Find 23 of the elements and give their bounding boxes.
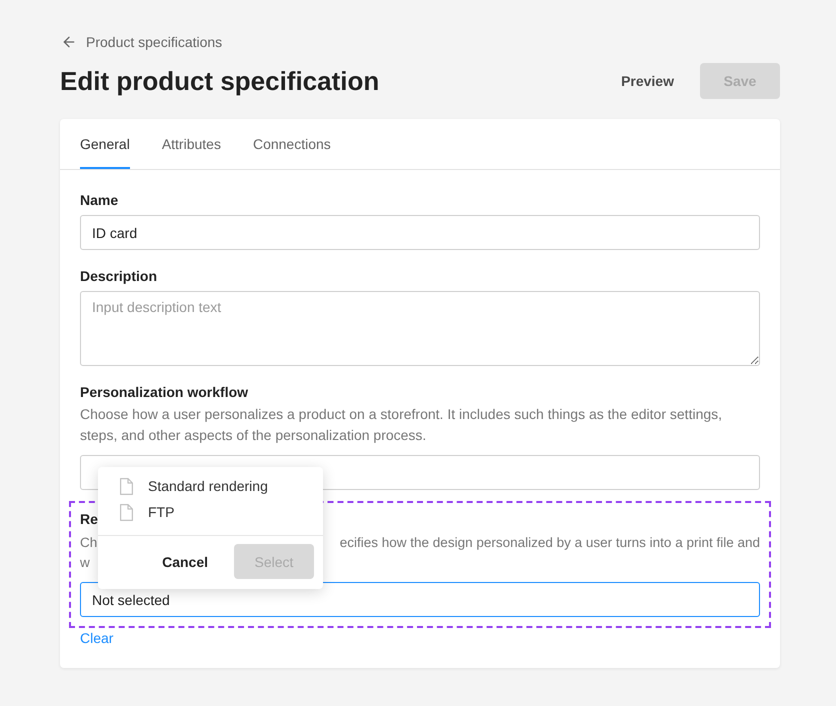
help-text: ecifies how the design personalized by a user turns into a print file and	[340, 534, 760, 552]
file-icon	[120, 478, 133, 494]
dropdown-item[interactable]: FTP	[98, 499, 323, 525]
dropdown-item[interactable]: Standard rendering	[98, 473, 323, 499]
preview-button[interactable]: Preview	[609, 63, 686, 99]
tab[interactable]: Connections	[252, 119, 331, 169]
help-text: Choose how a user personalizes a product on a storefront. It includes such things as the editor settings, steps, and other aspects of the personalization process.	[80, 405, 724, 445]
rendering-select-field[interactable]: Not selected	[80, 582, 760, 617]
back-link[interactable]: Product specifications	[61, 33, 222, 51]
help-text: Ch	[80, 534, 98, 552]
description-textarea[interactable]: Input description text	[80, 291, 760, 366]
help-text: w	[80, 554, 90, 572]
back-arrow-icon	[61, 34, 77, 50]
cancel-button[interactable]: Cancel	[142, 544, 228, 579]
field-label: Description	[80, 267, 158, 285]
field-label: Re	[80, 510, 98, 528]
field-label: Name	[80, 191, 118, 209]
file-icon	[120, 504, 133, 520]
page-title: Edit product specification	[60, 65, 380, 98]
tab[interactable]: General	[80, 119, 130, 169]
tab[interactable]: Attributes	[162, 119, 221, 169]
field-label: Personalization workflow	[80, 383, 248, 401]
name-input[interactable]: ID card	[80, 215, 760, 250]
